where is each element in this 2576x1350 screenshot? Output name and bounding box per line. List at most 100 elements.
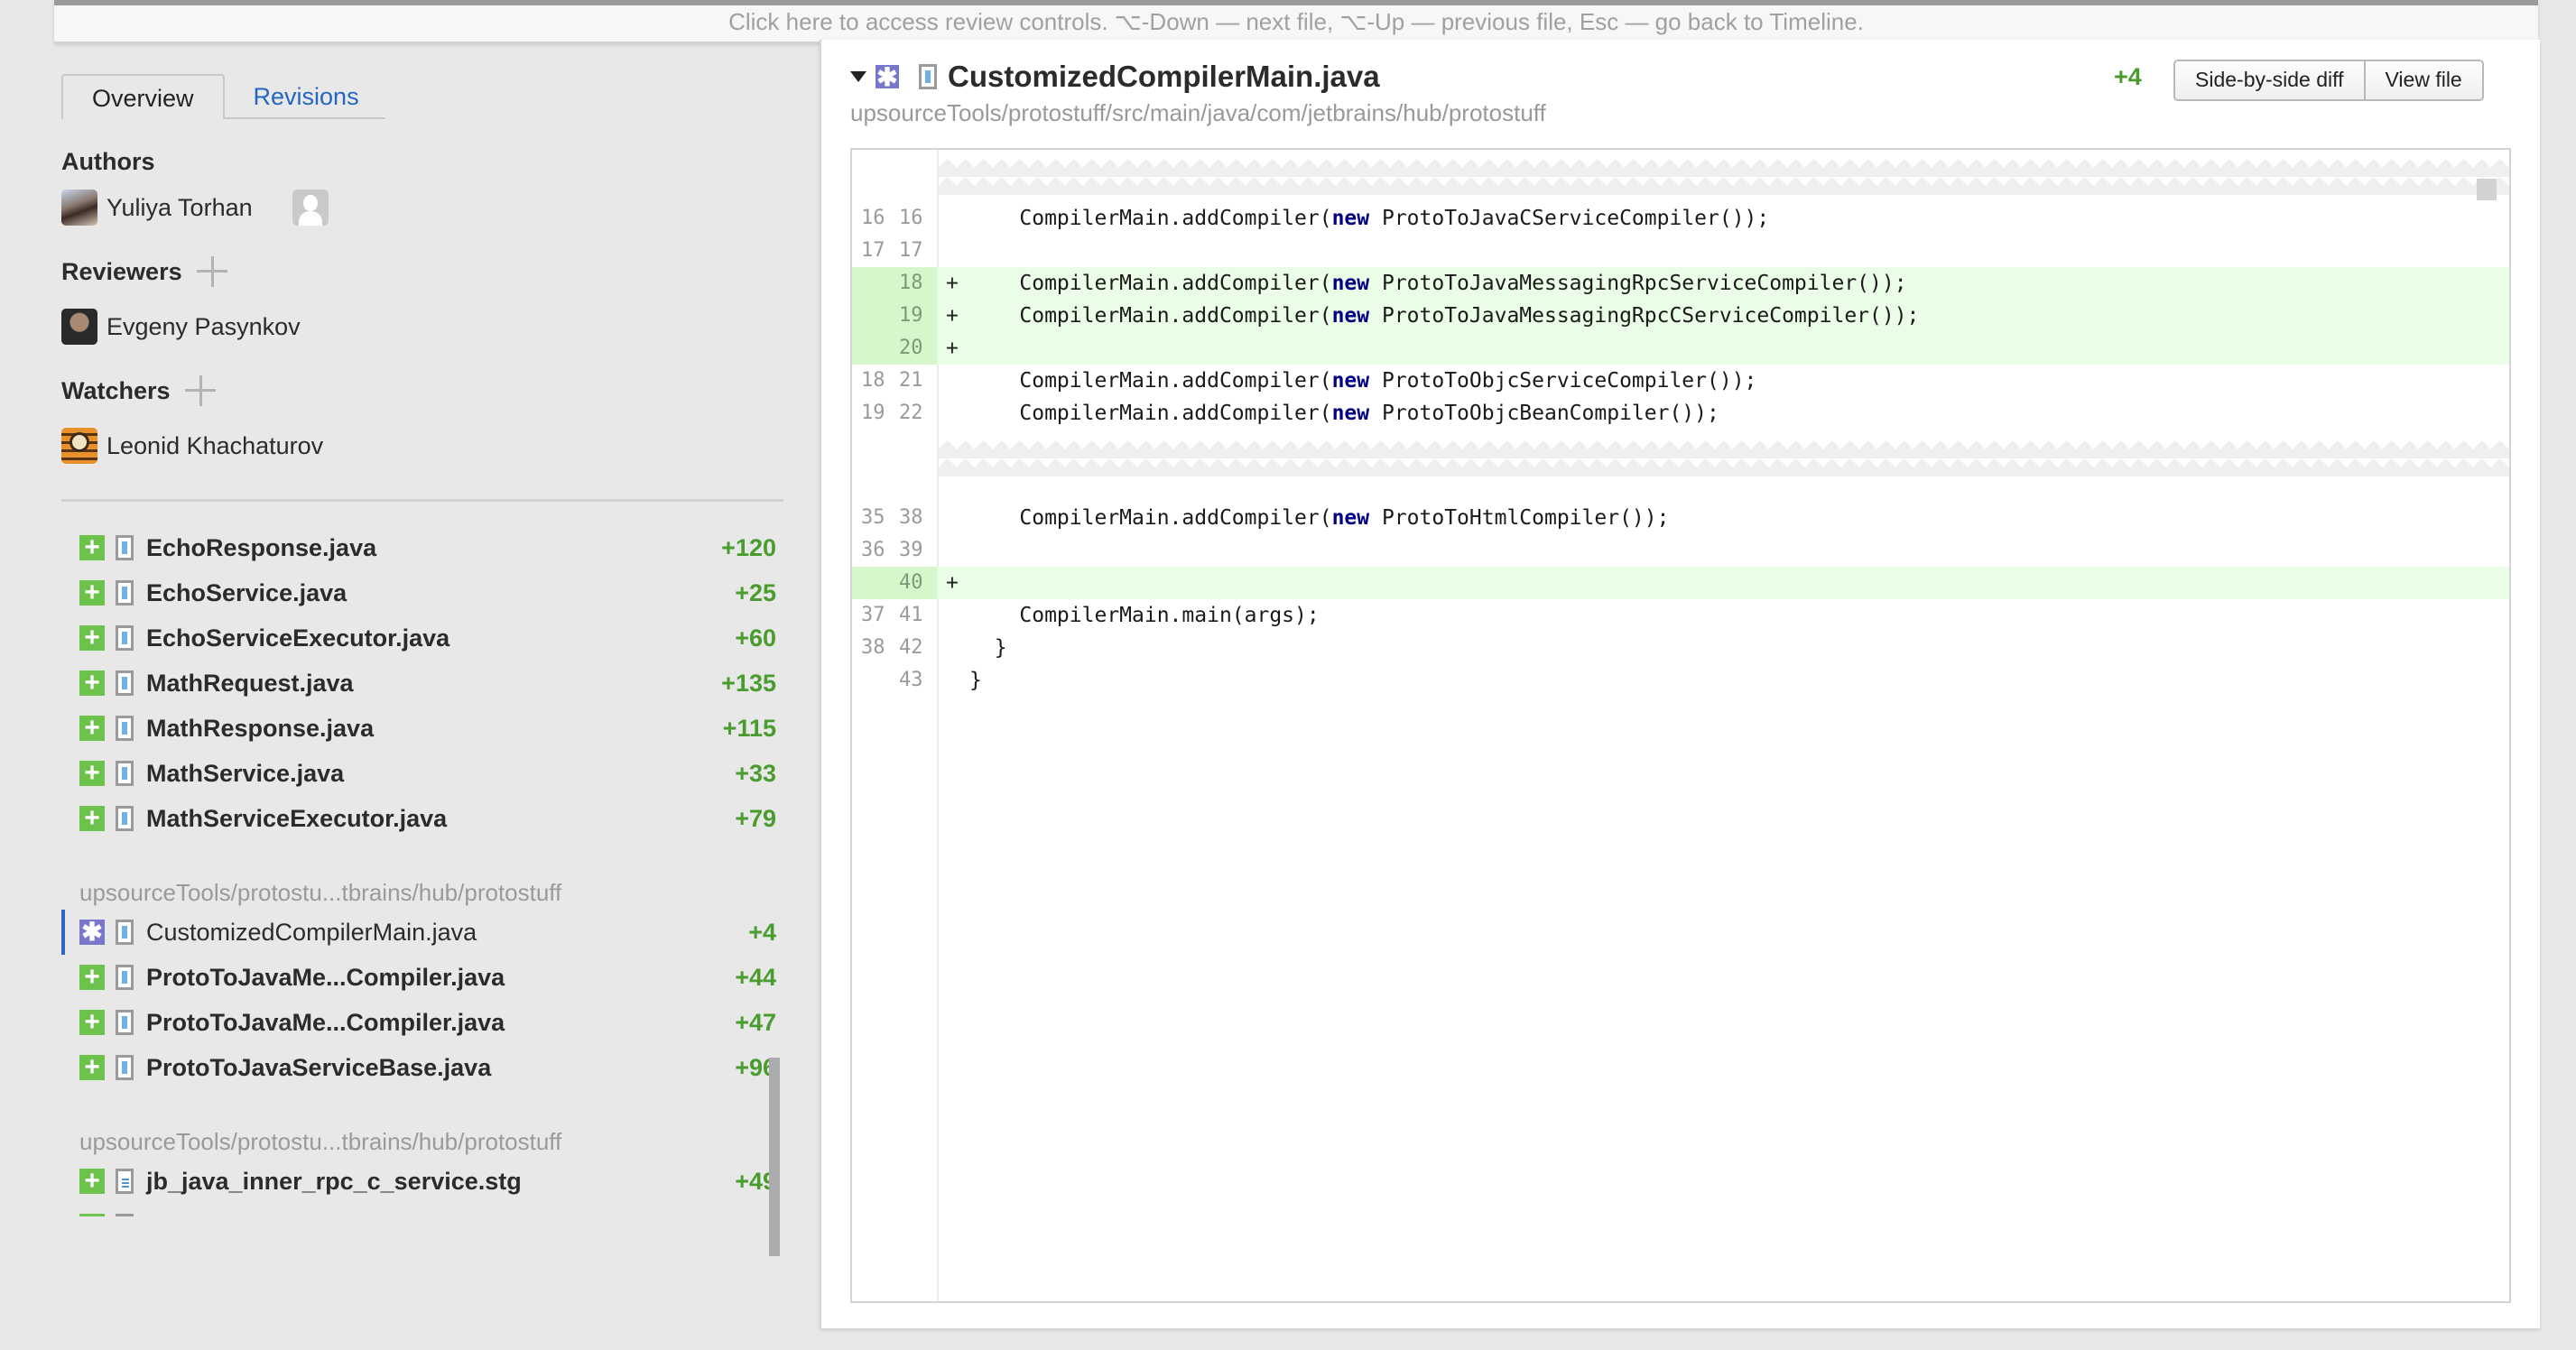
watcher-entry[interactable]: Leonid Khachaturov (61, 428, 323, 464)
code-text: } (969, 664, 982, 697)
collapsed-lines-fold[interactable] (939, 159, 2509, 200)
code-text: CompilerMain.addCompiler(new ProtoToJava… (969, 267, 1906, 300)
file-name: ProtoToJavaServiceBase.java (146, 1053, 492, 1081)
code-segment: } (969, 669, 982, 692)
file-diff-panel: ✱ CustomizedCompilerMain.java upsourceTo… (820, 40, 2540, 1328)
file-list-item[interactable]: EchoServiceExecutor.java +60 (61, 615, 776, 661)
line-numbers: 17 17 (852, 235, 937, 267)
code-segment: ProtoToObjcServiceCompiler()); (1369, 369, 1757, 393)
java-file-icon (116, 920, 134, 945)
file-list-scrollbar[interactable] (769, 1058, 780, 1256)
diff-line: 35 38 CompilerMain.addCompiler(new ProtoT… (852, 502, 2509, 534)
added-status-icon (79, 670, 105, 696)
tab-revisions[interactable]: Revisions (224, 74, 385, 119)
line-numbers: 37 41 (852, 599, 937, 632)
keyword: new (1331, 369, 1370, 393)
avatar (61, 309, 97, 345)
file-list-item[interactable]: MathResponse.java +115 (61, 706, 776, 751)
diff-marker: + (946, 272, 959, 295)
java-file-icon (116, 716, 134, 741)
new-line-number: 38 (899, 506, 923, 529)
file-name: jb_java_inner_rpc_service.stg (146, 1213, 495, 1217)
avatar (61, 428, 97, 464)
modified-status-icon: ✱ (876, 63, 899, 91)
text-file-icon (116, 1169, 134, 1194)
sidebar-tabs: Overview Revisions (61, 74, 385, 119)
line-numbers: 36 39 (852, 534, 937, 567)
watchers-title: Watchers (61, 376, 171, 404)
author-entry[interactable]: Yuliya Torhan (61, 190, 338, 226)
line-numbers: 43 (852, 664, 937, 697)
authors-title: Authors (61, 148, 155, 175)
code-text: CompilerMain.addCompiler(new ProtoToObjc… (969, 397, 1719, 430)
file-name: EchoService.java (146, 578, 347, 606)
review-controls-bar[interactable]: Click here to access review controls. ⌥-… (54, 0, 2538, 43)
file-list-item[interactable]: MathRequest.java +135 (61, 661, 776, 706)
diff-line: 40 + (852, 567, 2509, 599)
file-name: EchoServiceExecutor.java (146, 624, 450, 652)
reviewer-entry[interactable]: Evgeny Pasynkov (61, 309, 301, 345)
text-file-icon (116, 1214, 134, 1216)
file-list-item[interactable]: MathService.java +33 (61, 751, 776, 796)
file-group: EchoResponse.java +120 EchoService.java +25… (61, 525, 776, 841)
file-added-count: +60 (735, 624, 776, 652)
side-by-side-diff-button[interactable]: Side-by-side diff (2175, 61, 2364, 99)
keyword: new (1331, 272, 1370, 295)
fold-marker-icon[interactable] (2477, 179, 2497, 200)
line-numbers: 19 (852, 300, 937, 332)
code-segment: ProtoToJavaCServiceCompiler()); (1369, 207, 1770, 230)
file-name: CustomizedCompilerMain.java (146, 918, 477, 946)
file-list-item[interactable]: ✱ CustomizedCompilerMain.java +4 (61, 910, 776, 955)
file-list-item[interactable]: jb_java_inner_rpc_c_service.stg+49 (61, 1159, 776, 1204)
code-segment: ProtoToObjcBeanCompiler()); (1369, 402, 1719, 425)
java-file-icon (116, 580, 134, 606)
code-segment: } (969, 636, 1007, 660)
new-line-number: 19 (899, 304, 923, 327)
added-status-icon (79, 625, 105, 651)
code-text: CompilerMain.addCompiler(new ProtoToJava… (969, 202, 1769, 235)
avatar (61, 190, 97, 226)
tab-overview[interactable]: Overview (61, 74, 225, 119)
diff-line: 16 16 CompilerMain.addCompiler(new ProtoT… (852, 202, 2509, 235)
file-list-item[interactable]: jb_java_inner_rpc_service.stg+94 (61, 1204, 776, 1216)
code-segment: CompilerMain.addCompiler( (969, 207, 1332, 230)
view-file-button[interactable]: View file (2363, 61, 2482, 99)
add-reviewer-icon[interactable] (196, 256, 227, 287)
file-list-item[interactable]: ProtoToJavaMe...Compiler.java +47 (61, 1000, 776, 1045)
code-text: CompilerMain.main(args); (969, 599, 1319, 632)
file-name: MathServiceExecutor.java (146, 804, 448, 832)
diff-line: 36 39 (852, 534, 2509, 567)
java-file-icon (116, 965, 134, 990)
diff-line: 18 21 CompilerMain.addCompiler(new ProtoT… (852, 365, 2509, 397)
keyword: new (1331, 506, 1370, 530)
reviewers-heading: Reviewers (61, 256, 227, 287)
old-line-number: 19 (861, 402, 885, 424)
collapse-triangle-icon[interactable] (850, 71, 866, 82)
code-segment: CompilerMain.addCompiler( (969, 304, 1332, 328)
diff-line: 20 + (852, 332, 2509, 365)
code-text: CompilerMain.addCompiler(new ProtoToHtml… (969, 502, 1669, 534)
file-group: ✱ CustomizedCompilerMain.java +4 ProtoToJav… (61, 910, 776, 1090)
code-text: CompilerMain.addCompiler(new ProtoToJava… (969, 300, 1919, 332)
file-name: MathRequest.java (146, 669, 354, 697)
collapsed-lines-fold[interactable] (939, 440, 2509, 476)
keyword: new (1331, 402, 1370, 425)
file-name: ProtoToJavaMe...Compiler.java (146, 963, 505, 991)
user-placeholder-icon[interactable] (292, 190, 329, 226)
new-line-number: 22 (899, 402, 923, 424)
new-line-number: 18 (899, 272, 923, 294)
file-list-item[interactable]: ProtoToJavaServiceBase.java+96 (61, 1045, 776, 1090)
new-line-number: 43 (899, 669, 923, 691)
file-list-item[interactable]: EchoResponse.java +120 (61, 525, 776, 570)
new-line-number: 17 (899, 239, 923, 262)
old-line-number: 17 (861, 239, 885, 262)
diff-view: 16 16 CompilerMain.addCompiler(new ProtoT… (850, 148, 2511, 1303)
add-watcher-icon[interactable] (184, 375, 216, 406)
diff-line: 43} (852, 664, 2509, 697)
file-list-item[interactable]: EchoService.java +25 (61, 570, 776, 615)
file-list-item[interactable]: MathServiceExecutor.java +79 (61, 796, 776, 841)
diff-marker: + (946, 304, 959, 328)
file-list: EchoResponse.java +120 EchoService.java +25… (61, 525, 776, 1216)
new-line-number: 39 (899, 539, 923, 561)
file-list-item[interactable]: ProtoToJavaMe...Compiler.java +44 (61, 955, 776, 1000)
